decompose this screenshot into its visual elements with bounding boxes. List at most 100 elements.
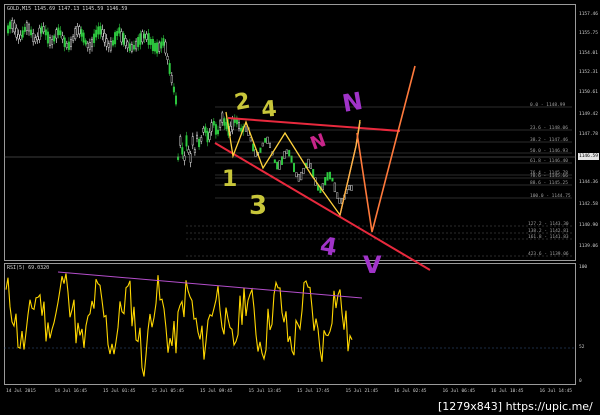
price-candle: [59, 30, 62, 36]
price-candle: [183, 155, 186, 161]
price-axis-label: 1149.42: [579, 112, 598, 117]
price-candle: [278, 160, 281, 170]
price-candle: [101, 29, 104, 37]
price-candle: [61, 35, 64, 40]
price-candle: [42, 26, 45, 33]
price-candle: [63, 37, 66, 47]
price-candle: [276, 161, 279, 170]
price-candle: [162, 38, 165, 46]
price-candle: [19, 34, 22, 40]
price-candle: [331, 177, 334, 182]
price-candle: [13, 22, 16, 33]
annotation-mark: N: [308, 130, 329, 155]
price-candle: [69, 39, 72, 48]
price-candle: [309, 163, 312, 169]
price-candle: [302, 168, 305, 174]
price-candle: [170, 75, 173, 83]
rsi-axis: 100 52 0: [577, 263, 600, 385]
fib-level-label: 23.6 - 1148.06: [530, 126, 568, 131]
price-candle: [326, 172, 329, 181]
price-candle: [141, 31, 144, 43]
time-axis-label: 15 Jul 09:45: [200, 389, 233, 394]
price-candle: [105, 38, 108, 47]
price-candle: [109, 41, 112, 51]
time-axis-label: 16 Jul 10:45: [491, 389, 524, 394]
price-candle: [88, 42, 91, 50]
price-axis-label: 1152.31: [579, 70, 598, 75]
price-candle: [153, 43, 156, 52]
time-axis-label: 14 Jul 2015: [6, 389, 36, 394]
price-candle: [208, 132, 211, 140]
price-candle: [240, 127, 243, 132]
price-candle: [324, 177, 327, 186]
fib-level-label: 138.2 - 1142.81: [528, 229, 569, 234]
price-candle: [283, 151, 286, 159]
annotation-digit: 4: [260, 97, 277, 123]
price-candle: [40, 26, 43, 34]
price-candle: [206, 130, 209, 143]
price-candle: [49, 37, 52, 46]
time-axis-label: 16 Jul 06:45: [442, 389, 476, 394]
price-candle: [32, 32, 35, 42]
price-candle: [231, 118, 234, 131]
fib-level-label: 161.8 - 1141.83: [528, 235, 569, 240]
price-candle: [44, 29, 47, 36]
image-size-badge[interactable]: [1279x843] https://upic.me/: [432, 398, 600, 415]
price-candle: [28, 24, 31, 32]
time-axis-label: 15 Jul 05:45: [151, 389, 185, 394]
price-candle: [300, 171, 303, 181]
price-candle: [23, 26, 26, 32]
price-candle: [114, 32, 117, 45]
price-candle: [212, 121, 215, 126]
price-candle: [80, 29, 83, 37]
current-price-tag: 1146.59: [578, 153, 599, 160]
price-candle: [86, 42, 89, 49]
price-candle: [120, 31, 123, 43]
price-candle: [168, 63, 171, 74]
price-candle: [204, 126, 207, 133]
price-candle: [198, 138, 201, 148]
price-candle: [160, 41, 163, 49]
price-candle: [67, 41, 70, 50]
price-axis-label: 1142.58: [579, 202, 598, 207]
time-axis-label: 16 Jul 14:45: [539, 389, 573, 394]
price-axis-label: 1157.46: [579, 12, 598, 17]
price-candle: [9, 21, 12, 30]
symbol-header: GOLD,M15 1145.69 1147.13 1145.59 1146.59: [7, 6, 128, 12]
annotation-letter: N: [340, 87, 365, 118]
price-candle: [285, 149, 288, 154]
price-candle: [128, 43, 131, 51]
price-candle: [78, 26, 81, 35]
price-axis-label: 1147.78: [579, 132, 598, 137]
price-candle: [103, 33, 106, 43]
price-candle: [187, 149, 190, 153]
annotation-letter: V: [363, 251, 382, 279]
price-candle: [261, 142, 264, 147]
price-candle: [158, 42, 161, 52]
price-candle: [53, 35, 56, 42]
price-candle: [143, 33, 146, 39]
price-candle: [15, 27, 18, 38]
price-axis-label: 1140.90: [579, 223, 598, 228]
time-axis-label: 15 Jul 17:45: [297, 389, 330, 394]
price-candle: [338, 197, 341, 204]
wedge-upper-line: [227, 117, 401, 132]
price-candle: [156, 42, 159, 54]
time-axis-label: 16 Jul 02:45: [394, 389, 427, 394]
price-axis: 1157.46 1155.75 1154.01 1152.31 1150.61 1149.…: [577, 4, 600, 261]
price-axis-label: 1155.75: [579, 31, 598, 36]
price-axis-label: 1139.06: [579, 244, 598, 249]
price-candle: [25, 22, 28, 31]
price-candle: [172, 86, 175, 93]
price-candle: [225, 121, 228, 130]
fib-level-label: 100.0 - 1144.75: [530, 194, 571, 199]
price-candle: [214, 124, 217, 135]
price-candle: [164, 41, 167, 54]
annotation-digit: 4: [318, 231, 339, 261]
price-candle: [307, 158, 310, 168]
price-candle: [11, 20, 14, 29]
price-candle: [76, 26, 79, 36]
price-candle: [229, 125, 232, 133]
price-candle: [34, 37, 37, 43]
price-candle: [116, 30, 119, 36]
